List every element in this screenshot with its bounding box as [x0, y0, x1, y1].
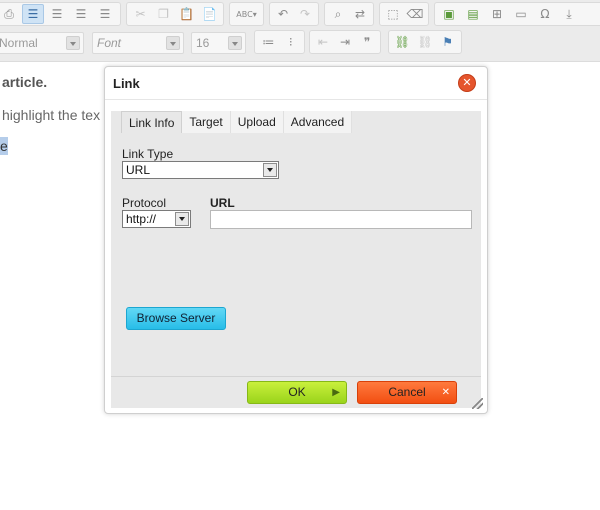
undo-group: ↶ ↷	[269, 2, 319, 26]
indent-group: ⇤ ⇥ ❞	[309, 30, 381, 54]
style-combo-value: Normal	[0, 36, 38, 50]
ok-button-label: OK	[288, 385, 306, 399]
font-combo[interactable]: Font	[92, 32, 184, 54]
replace-icon[interactable]: ⇄	[350, 4, 370, 24]
indent-icon[interactable]: ⇥	[335, 32, 355, 52]
close-icon[interactable]: ✕	[458, 74, 476, 92]
blockquote-icon[interactable]: ❞	[357, 32, 377, 52]
chevron-down-icon	[66, 36, 80, 50]
page-break-icon[interactable]: ⤓	[558, 4, 580, 24]
play-icon: ▶	[332, 387, 340, 398]
list-group: ≔ ⁝	[254, 30, 305, 54]
size-combo[interactable]: 16	[191, 32, 246, 54]
special-char-icon[interactable]: Ω	[534, 4, 556, 24]
align-right-icon[interactable]: ☰	[70, 4, 92, 24]
clipboard-group: ✂ ❐ 📋 📄	[126, 2, 224, 26]
horizontal-rule-icon[interactable]: ▭	[510, 4, 532, 24]
chevron-down-icon	[166, 36, 180, 50]
image-icon[interactable]: ▣	[438, 4, 460, 24]
preview-icon[interactable]: ⎙	[0, 4, 20, 24]
protocol-value: http://	[126, 212, 157, 226]
spellcheck-group: ABC▾	[229, 2, 264, 26]
dialog-footer: OK ▶ Cancel ✕	[111, 376, 481, 408]
select-group: ⬚ ⌫	[379, 2, 429, 26]
editor-toolbar: ⎙ ☰ ☰ ☰ ☰ ✂ ❐ 📋 📄 ABC▾ ↶ ↷ ⌕ ⇄ ⬚ ⌫ ▣ ▤ ⊞…	[0, 0, 600, 62]
link-dialog: Link ✕ Link Info Target Upload Advanced …	[104, 66, 488, 414]
ok-button[interactable]: OK ▶	[247, 381, 347, 404]
remove-format-icon[interactable]: ⌫	[405, 4, 425, 24]
resize-handle-icon[interactable]	[472, 398, 483, 409]
browse-server-button[interactable]: Browse Server	[126, 307, 226, 330]
dialog-body: Link Info Target Upload Advanced Link Ty…	[111, 111, 481, 376]
copy-icon[interactable]: ❐	[153, 4, 174, 24]
align-center-icon[interactable]: ☰	[46, 4, 68, 24]
cut-icon[interactable]: ✂	[130, 4, 151, 24]
dialog-title: Link	[113, 76, 140, 91]
outdent-icon[interactable]: ⇤	[313, 32, 333, 52]
url-input[interactable]	[210, 210, 472, 229]
toolbar-row-1: ⎙ ☰ ☰ ☰ ☰ ✂ ❐ 📋 📄 ABC▾ ↶ ↷ ⌕ ⇄ ⬚ ⌫ ▣ ▤ ⊞…	[0, 0, 600, 28]
insert-group: ▣ ▤ ⊞ ▭ Ω ⤓	[434, 2, 600, 26]
unlink-icon[interactable]: ⛓	[415, 32, 436, 52]
url-label: URL	[210, 196, 235, 210]
anchor-icon[interactable]: ⚑	[437, 32, 458, 52]
tab-link-info[interactable]: Link Info	[121, 111, 183, 133]
chevron-down-icon	[228, 36, 242, 50]
spellcheck-icon[interactable]: ABC▾	[233, 4, 260, 24]
link-type-value: URL	[126, 163, 151, 177]
tab-target[interactable]: Target	[182, 111, 231, 133]
alignment-group: ⎙ ☰ ☰ ☰ ☰	[0, 2, 121, 26]
toolbar-row-2: Normal Font 16 ≔ ⁝ ⇤ ⇥ ❞ ⛓ ⛓ ⚑	[0, 30, 600, 58]
select-all-icon[interactable]: ⬚	[383, 4, 403, 24]
table-icon[interactable]: ⊞	[486, 4, 508, 24]
flash-icon[interactable]: ▤	[462, 4, 484, 24]
font-combo-value: Font	[97, 36, 122, 50]
protocol-label: Protocol	[122, 196, 167, 210]
protocol-select[interactable]: http://	[122, 210, 191, 228]
undo-icon[interactable]: ↶	[273, 4, 293, 24]
find-icon[interactable]: ⌕	[328, 4, 348, 24]
link-group: ⛓ ⛓ ⚑	[388, 30, 462, 54]
paste-text-icon[interactable]: 📄	[199, 4, 220, 24]
content-line-1: article.	[2, 74, 48, 90]
align-left-icon[interactable]: ☰	[22, 4, 44, 24]
selected-text: e	[0, 137, 8, 155]
link-type-label: Link Type	[122, 147, 174, 161]
numbered-list-icon[interactable]: ≔	[258, 32, 279, 52]
tab-advanced[interactable]: Advanced	[283, 111, 353, 133]
paste-icon[interactable]: 📋	[176, 4, 197, 24]
size-combo-value: 16	[196, 36, 210, 50]
tab-upload[interactable]: Upload	[230, 111, 284, 133]
align-justify-icon[interactable]: ☰	[94, 4, 116, 24]
content-line-2: highlight the tex	[2, 107, 101, 123]
title-divider	[105, 99, 487, 100]
redo-icon[interactable]: ↷	[295, 4, 315, 24]
link-type-select[interactable]: URL	[122, 161, 279, 179]
find-group: ⌕ ⇄	[324, 2, 374, 26]
bulleted-list-icon[interactable]: ⁝	[281, 32, 302, 52]
close-icon: ✕	[441, 387, 450, 398]
chevron-down-icon	[263, 163, 277, 177]
style-combo[interactable]: Normal	[0, 32, 84, 54]
link-icon[interactable]: ⛓	[392, 32, 413, 52]
chevron-down-icon	[175, 212, 189, 226]
dialog-tabs: Link Info Target Upload Advanced	[121, 111, 353, 133]
cancel-button[interactable]: Cancel ✕	[357, 381, 457, 404]
cancel-button-label: Cancel	[388, 385, 426, 399]
